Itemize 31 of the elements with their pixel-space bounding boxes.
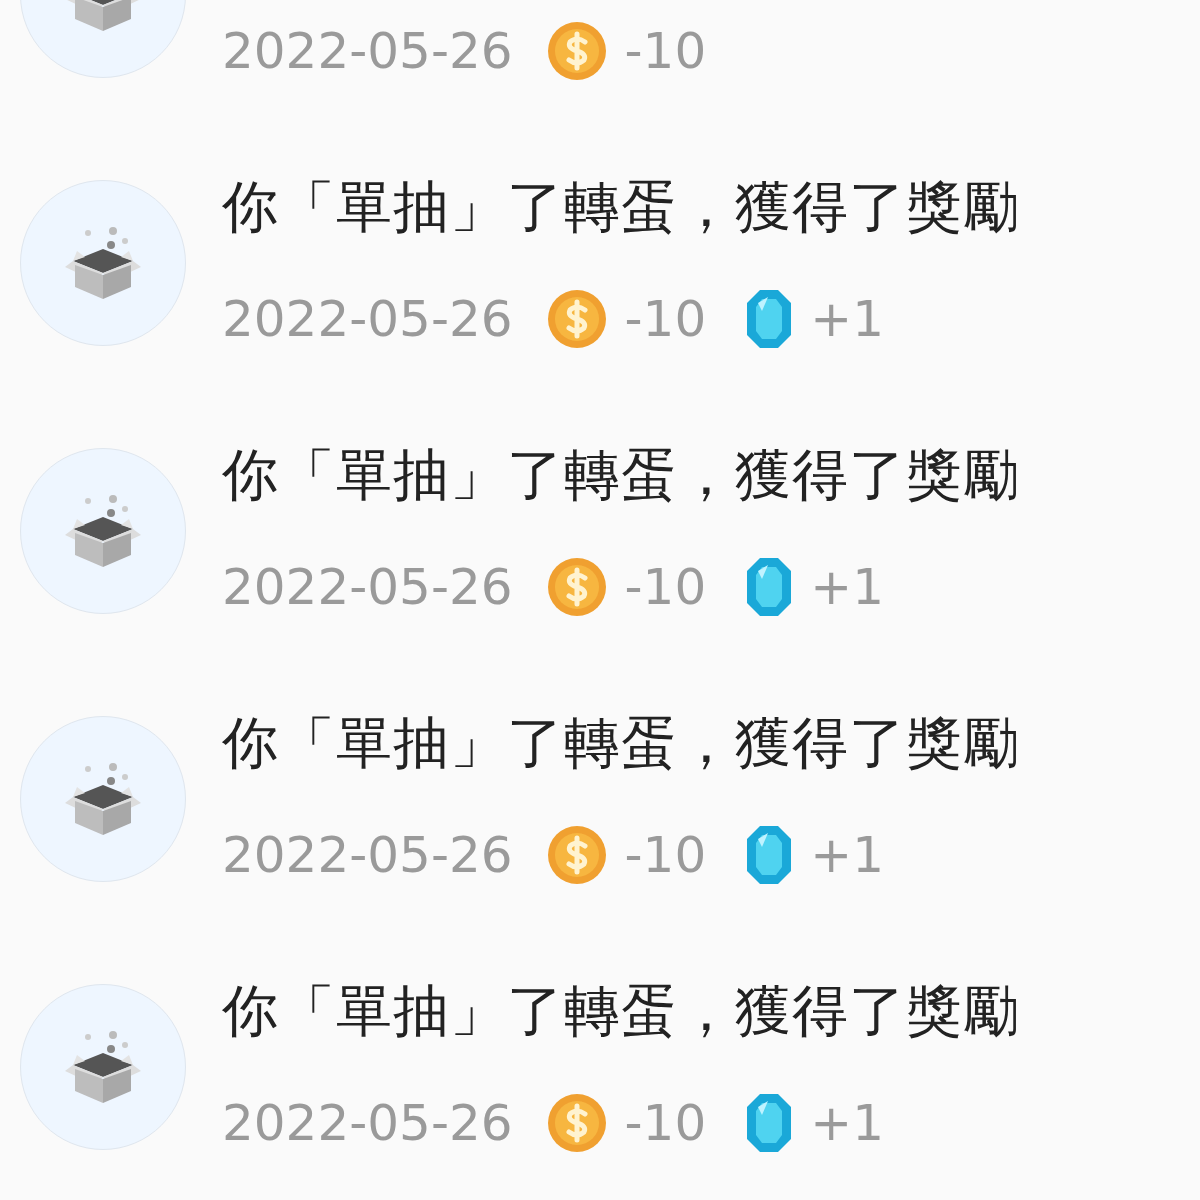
record-date: 2022-05-26 — [222, 826, 513, 884]
record-date: 2022-05-26 — [222, 22, 513, 80]
reward-amount: -10 — [624, 826, 707, 884]
gem-icon — [746, 825, 793, 885]
record-title: 你「單抽」了轉蛋，獲得了獎勵 — [222, 177, 1020, 237]
box-icon — [63, 493, 143, 569]
record-title: 你「單抽」了轉蛋，獲得了獎勵 — [222, 713, 1020, 773]
coin-icon — [546, 557, 607, 617]
record-title: 你「單抽」了轉蛋，獲得了獎勵 — [222, 981, 1020, 1041]
coin-icon — [546, 289, 607, 349]
gem-icon — [746, 289, 793, 349]
box-icon — [63, 1029, 143, 1105]
reward-amount: +1 — [810, 1094, 884, 1152]
reward-amount: -10 — [624, 558, 707, 616]
reward-amount: -10 — [624, 290, 707, 348]
reward-amount: -10 — [624, 22, 707, 80]
record-date: 2022-05-26 — [222, 558, 513, 616]
gem-icon — [746, 1093, 793, 1153]
record-date: 2022-05-26 — [222, 1094, 513, 1152]
record-date: 2022-05-26 — [222, 290, 513, 348]
reward-amount: +1 — [810, 558, 884, 616]
gem-icon — [746, 557, 793, 617]
record-title: 你「單抽」了轉蛋，獲得了獎勵 — [222, 445, 1020, 505]
coin-icon — [546, 21, 607, 81]
box-icon — [63, 761, 143, 837]
coin-icon — [546, 1093, 607, 1153]
reward-amount: -10 — [624, 1094, 707, 1152]
reward-amount: +1 — [810, 290, 884, 348]
reward-amount: +1 — [810, 826, 884, 884]
coin-icon — [546, 825, 607, 885]
box-icon — [63, 225, 143, 301]
